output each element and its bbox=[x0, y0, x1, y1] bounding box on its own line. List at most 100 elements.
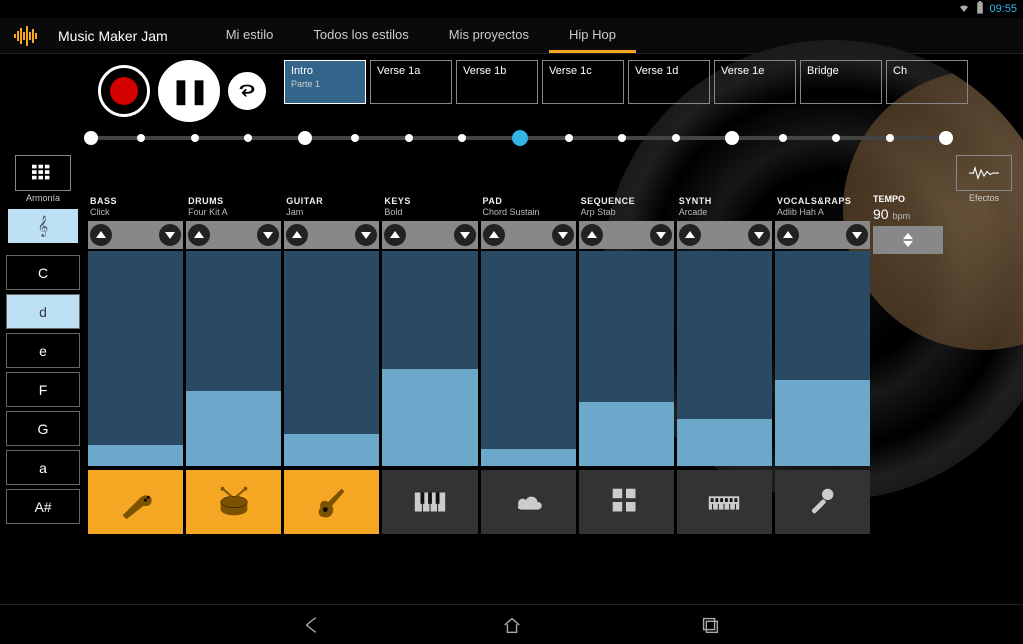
song-part[interactable]: Verse 1c bbox=[542, 60, 624, 104]
timeline[interactable] bbox=[0, 136, 1023, 166]
preset-down-button[interactable] bbox=[159, 224, 181, 246]
chord-key[interactable]: F bbox=[6, 372, 80, 407]
track-preset: Bold bbox=[382, 207, 477, 221]
chord-key[interactable]: e bbox=[6, 333, 80, 368]
track-instrument-button[interactable] bbox=[186, 470, 281, 534]
loop-button[interactable] bbox=[228, 72, 266, 110]
timeline-marker[interactable] bbox=[405, 134, 413, 142]
timeline-marker[interactable] bbox=[725, 131, 739, 145]
android-nav-bar bbox=[0, 604, 1023, 644]
track-preset: Adlib Hah A bbox=[775, 207, 870, 221]
track-preset-selector bbox=[88, 221, 183, 249]
track-name: KEYS bbox=[382, 194, 477, 207]
nav-tabs: Mi estiloTodos los estilosMis proyectosH… bbox=[206, 18, 636, 53]
preset-up-button[interactable] bbox=[90, 224, 112, 246]
timeline-marker[interactable] bbox=[939, 131, 953, 145]
tracks-grid: BASSClickDRUMSFour Kit AGUITARJamKEYSBol… bbox=[88, 194, 943, 534]
chord-key[interactable]: d bbox=[6, 294, 80, 329]
timeline-marker[interactable] bbox=[672, 134, 680, 142]
song-part[interactable]: Verse 1e bbox=[714, 60, 796, 104]
song-part[interactable]: Bridge bbox=[800, 60, 882, 104]
track-preset-selector bbox=[382, 221, 477, 249]
song-part[interactable]: Verse 1a bbox=[370, 60, 452, 104]
track-volume-slider[interactable] bbox=[775, 251, 870, 466]
harmony-panel: Armonía 𝄞 bbox=[6, 155, 80, 243]
chord-key[interactable]: A# bbox=[6, 489, 80, 524]
pause-button[interactable]: ❚❚ bbox=[158, 60, 220, 122]
timeline-marker[interactable] bbox=[84, 131, 98, 145]
preset-up-button[interactable] bbox=[188, 224, 210, 246]
track-preset-selector bbox=[677, 221, 772, 249]
track-instrument-button[interactable] bbox=[677, 470, 772, 534]
track-volume-slider[interactable] bbox=[284, 251, 379, 466]
chord-key[interactable]: a bbox=[6, 450, 80, 485]
track-volume-slider[interactable] bbox=[579, 251, 674, 466]
timeline-marker[interactable] bbox=[779, 134, 787, 142]
timeline-marker[interactable] bbox=[137, 134, 145, 142]
track-volume-slider[interactable] bbox=[382, 251, 477, 466]
timeline-marker[interactable] bbox=[351, 134, 359, 142]
song-part[interactable]: Ch bbox=[886, 60, 968, 104]
preset-down-button[interactable] bbox=[257, 224, 279, 246]
nav-tab[interactable]: Todos los estilos bbox=[293, 18, 428, 53]
preset-down-button[interactable] bbox=[454, 224, 476, 246]
timeline-marker[interactable] bbox=[832, 134, 840, 142]
wifi-icon bbox=[957, 2, 971, 17]
track-name: BASS bbox=[88, 194, 183, 207]
preset-up-button[interactable] bbox=[384, 224, 406, 246]
track-name: GUITAR bbox=[284, 194, 379, 207]
preset-up-button[interactable] bbox=[286, 224, 308, 246]
track-instrument-button[interactable] bbox=[88, 470, 183, 534]
preset-down-button[interactable] bbox=[748, 224, 770, 246]
preset-up-button[interactable] bbox=[483, 224, 505, 246]
timeline-marker[interactable] bbox=[244, 134, 252, 142]
timeline-marker[interactable] bbox=[886, 134, 894, 142]
chord-key[interactable]: C bbox=[6, 255, 80, 290]
recent-apps-button[interactable] bbox=[696, 611, 724, 639]
timeline-marker[interactable] bbox=[565, 134, 573, 142]
back-button[interactable] bbox=[300, 611, 328, 639]
track-volume-slider[interactable] bbox=[88, 251, 183, 466]
record-button[interactable] bbox=[98, 65, 150, 117]
home-button[interactable] bbox=[498, 611, 526, 639]
nav-tab[interactable]: Hip Hop bbox=[549, 18, 636, 53]
preset-up-button[interactable] bbox=[581, 224, 603, 246]
harmony-grid-button[interactable] bbox=[15, 155, 71, 191]
timeline-marker[interactable] bbox=[191, 134, 199, 142]
track-instrument-button[interactable] bbox=[481, 470, 576, 534]
track-instrument-button[interactable] bbox=[284, 470, 379, 534]
song-part[interactable]: IntroParte 1 bbox=[284, 60, 366, 104]
track-volume-slider[interactable] bbox=[481, 251, 576, 466]
track-preset-selector bbox=[284, 221, 379, 249]
timeline-marker[interactable] bbox=[298, 131, 312, 145]
track-preset-selector bbox=[481, 221, 576, 249]
tempo-label: TEMPO bbox=[873, 194, 943, 204]
track-instrument-button[interactable] bbox=[382, 470, 477, 534]
track-instrument-button[interactable] bbox=[775, 470, 870, 534]
track-name: PAD bbox=[481, 194, 576, 207]
nav-tab[interactable]: Mi estilo bbox=[206, 18, 294, 53]
chord-key[interactable]: G bbox=[6, 411, 80, 446]
preset-down-button[interactable] bbox=[846, 224, 868, 246]
track-name: DRUMS bbox=[186, 194, 281, 207]
timeline-marker[interactable] bbox=[458, 134, 466, 142]
song-part[interactable]: Verse 1b bbox=[456, 60, 538, 104]
tempo-stepper[interactable] bbox=[873, 226, 943, 254]
preset-up-button[interactable] bbox=[777, 224, 799, 246]
track-volume-slider[interactable] bbox=[677, 251, 772, 466]
track-volume-slider[interactable] bbox=[186, 251, 281, 466]
nav-tab[interactable]: Mis proyectos bbox=[429, 18, 549, 53]
status-time: 09:55 bbox=[989, 3, 1017, 15]
track-preset: Four Kit A bbox=[186, 207, 281, 221]
timeline-marker[interactable] bbox=[618, 134, 626, 142]
preset-down-button[interactable] bbox=[355, 224, 377, 246]
timeline-marker[interactable] bbox=[512, 130, 528, 146]
treble-clef-button[interactable]: 𝄞 bbox=[8, 209, 78, 243]
preset-down-button[interactable] bbox=[552, 224, 574, 246]
effects-button[interactable] bbox=[956, 155, 1012, 191]
preset-up-button[interactable] bbox=[679, 224, 701, 246]
preset-down-button[interactable] bbox=[650, 224, 672, 246]
song-part[interactable]: Verse 1d bbox=[628, 60, 710, 104]
track-instrument-button[interactable] bbox=[579, 470, 674, 534]
effects-label: Efectos bbox=[969, 193, 999, 203]
